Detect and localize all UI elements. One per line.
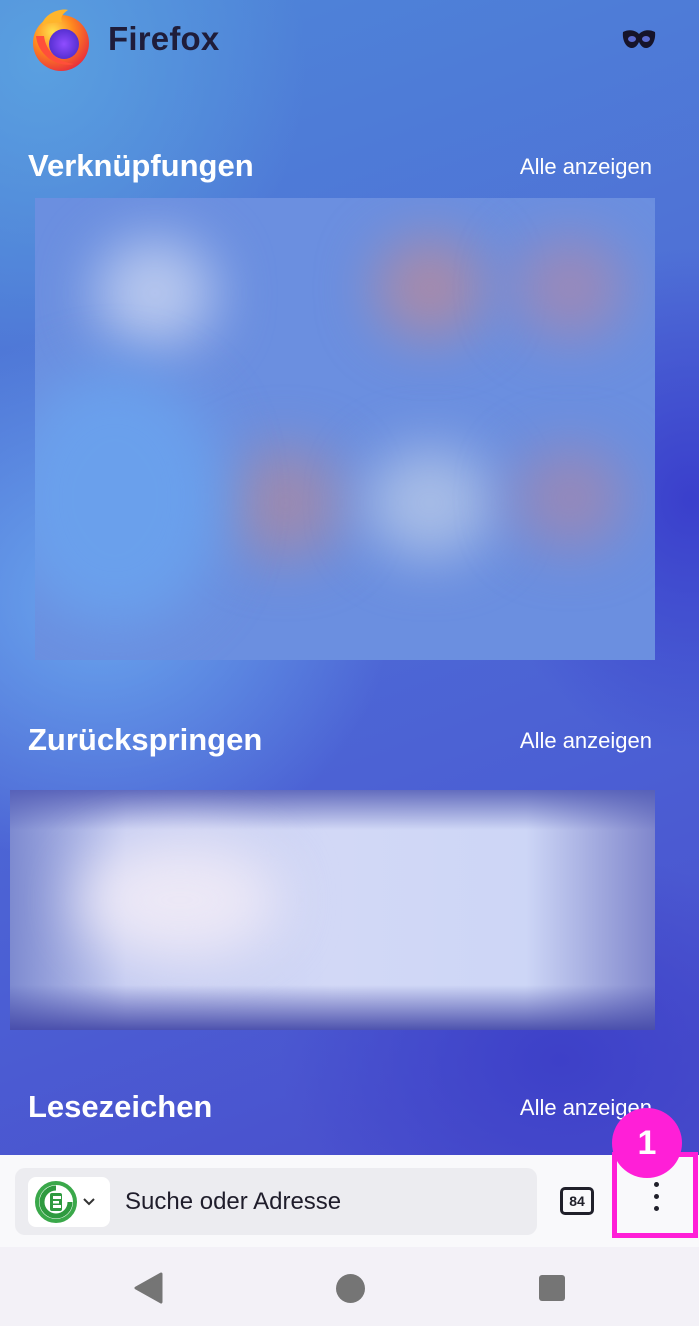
ecosia-icon bbox=[35, 1180, 77, 1223]
recents-square-icon[interactable] bbox=[539, 1275, 565, 1301]
private-mask-icon bbox=[622, 30, 656, 48]
home-circle-icon[interactable] bbox=[336, 1274, 365, 1303]
search-engine-selector[interactable] bbox=[28, 1176, 110, 1227]
jump-back-in-card-blurred[interactable] bbox=[10, 790, 655, 1030]
app-name: Firefox bbox=[108, 20, 220, 57]
jump-back-in-see-all-link[interactable]: Alle anzeigen bbox=[520, 728, 652, 754]
private-mode-button[interactable] bbox=[617, 22, 661, 56]
shortcuts-grid-blurred[interactable] bbox=[35, 198, 655, 660]
annotation-step-badge: 1 bbox=[612, 1108, 682, 1178]
section-title-bookmarks: Lesezeichen bbox=[28, 1089, 213, 1124]
back-triangle-icon[interactable] bbox=[133, 1272, 163, 1304]
tab-counter-button[interactable]: 84 bbox=[560, 1187, 594, 1215]
shortcuts-see-all-link[interactable]: Alle anzeigen bbox=[520, 154, 652, 180]
section-title-jump-back-in: Zurückspringen bbox=[28, 722, 263, 757]
bottom-toolbar: Suche oder Adresse 84 bbox=[0, 1155, 699, 1247]
search-input-placeholder[interactable]: Suche oder Adresse bbox=[125, 1188, 341, 1216]
system-navigation-bar bbox=[0, 1247, 699, 1326]
firefox-brand: Firefox bbox=[28, 6, 219, 72]
section-title-shortcuts: Verknüpfungen bbox=[28, 148, 254, 183]
address-bar[interactable]: Suche oder Adresse bbox=[15, 1168, 537, 1235]
firefox-logo-icon bbox=[33, 9, 89, 71]
homepage-wallpaper: Firefox Verknüpfungen Alle anzeigen Zurü… bbox=[0, 0, 699, 1155]
chevron-down-icon bbox=[83, 1197, 95, 1205]
